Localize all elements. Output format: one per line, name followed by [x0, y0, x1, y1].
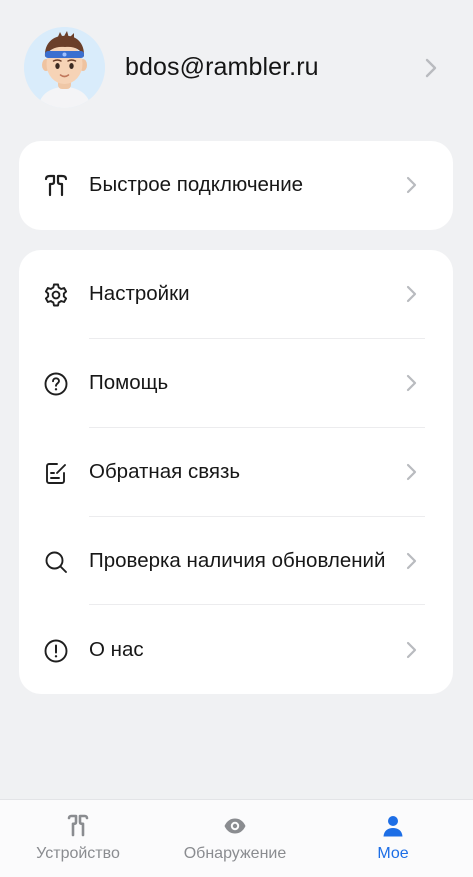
quick-connect-card: Быстрое подключение [19, 141, 453, 230]
avatar-illustration [24, 27, 105, 108]
menu-item-label: Помощь [89, 371, 169, 394]
feedback-icon [46, 463, 66, 484]
menu-item-help[interactable]: Помощь [19, 339, 453, 427]
bottom-tab-bar: Устройство Обнаружение Мое [0, 799, 473, 877]
info-icon [44, 639, 68, 663]
avatar[interactable] [24, 27, 105, 108]
help-icon [44, 372, 68, 396]
tab-discover[interactable]: Обнаружение [170, 800, 300, 877]
tab-device[interactable]: Устройство [20, 800, 136, 877]
chevron-right-icon [406, 641, 417, 659]
tab-label: Мое [377, 845, 409, 862]
person-icon [383, 816, 403, 837]
profile-email: bdos@rambler.ru [125, 53, 319, 81]
eye-icon [224, 818, 246, 834]
tab-label: Устройство [36, 845, 120, 862]
tab-label: Обнаружение [183, 845, 287, 862]
divider [89, 604, 425, 605]
chevron-right-icon [406, 552, 417, 570]
menu-item-check-updates[interactable]: Проверка наличия обновлений [19, 517, 453, 605]
menu-item-about[interactable]: О нас [19, 606, 453, 694]
chevron-right-icon [425, 58, 437, 78]
menu-item-feedback[interactable]: Обратная связь [19, 428, 453, 516]
profile-header[interactable]: bdos@rambler.ru [0, 20, 473, 116]
menu-item-label: Быстрое подключение [89, 173, 304, 196]
chevron-right-icon [406, 374, 417, 392]
chevron-right-icon [406, 176, 417, 194]
menu-item-label: Обратная связь [89, 460, 241, 483]
earbuds-icon [44, 174, 68, 197]
app-screen: bdos@rambler.ru Быстрое подключение Наст… [0, 0, 473, 877]
earbuds-icon [67, 814, 89, 837]
menu-item-quick-connect[interactable]: Быстрое подключение [19, 141, 453, 229]
menu-item-label: Проверка наличия обновлений [89, 549, 386, 572]
gear-icon [44, 283, 68, 307]
chevron-right-icon [406, 463, 417, 481]
menu-item-settings[interactable]: Настройки [19, 250, 453, 338]
search-icon [45, 551, 67, 573]
menu-item-label: Настройки [89, 282, 190, 305]
menu-card: Настройки Помощь Обратная связь Проверка… [19, 250, 453, 694]
tab-mine[interactable]: Мое [353, 800, 433, 877]
menu-item-label: О нас [89, 638, 144, 661]
chevron-right-icon [406, 285, 417, 303]
